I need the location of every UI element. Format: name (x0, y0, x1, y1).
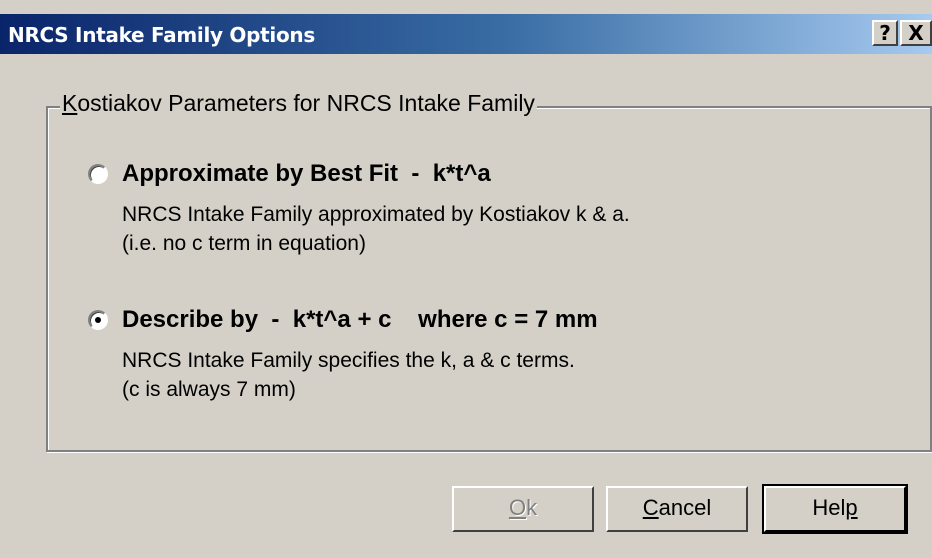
title-bar[interactable]: NRCS Intake Family Options ? X (0, 14, 932, 54)
option-best-fit-description: NRCS Intake Family approximated by Kosti… (122, 200, 630, 258)
help-button[interactable]: Help (762, 484, 908, 534)
groupbox-legend: Kostiakov Parameters for NRCS Intake Fam… (60, 90, 537, 117)
radio-selected-dot (95, 317, 101, 323)
option-describe-by-desc-line1: NRCS Intake Family specifies the k, a & … (122, 349, 575, 372)
cancel-label-rest: ancel (658, 495, 712, 520)
legend-text: ostiakov Parameters for NRCS Intake Fami… (77, 90, 535, 116)
help-mnemonic: p (845, 495, 858, 520)
option-describe-by-description: NRCS Intake Family specifies the k, a & … (122, 346, 575, 404)
window-title: NRCS Intake Family Options (8, 23, 315, 47)
ok-mnemonic: O (508, 495, 527, 520)
legend-mnemonic: K (62, 90, 78, 116)
close-icon[interactable]: X (900, 20, 932, 46)
ok-label-rest: k (526, 495, 538, 520)
radio-best-fit[interactable] (88, 164, 108, 184)
ok-button[interactable]: Ok (452, 486, 594, 532)
option-describe-by-label: Describe by - k*t^a + c where c = 7 mm (122, 306, 598, 333)
option-describe-by-desc-line2: (c is always 7 mm) (122, 378, 296, 401)
option-best-fit-desc-line1: NRCS Intake Family approximated by Kosti… (122, 203, 630, 226)
help-icon[interactable]: ? (872, 20, 898, 46)
option-best-fit-label: Approximate by Best Fit - k*t^a (122, 160, 491, 187)
radio-describe-by[interactable] (88, 310, 108, 330)
cancel-button[interactable]: Cancel (606, 486, 748, 532)
option-best-fit-desc-line2: (i.e. no c term in equation) (122, 232, 366, 255)
nrcs-intake-family-options-dialog: NRCS Intake Family Options ? X Kostiakov… (0, 0, 932, 558)
cancel-mnemonic: C (642, 495, 659, 520)
help-label-pre: Hel (812, 495, 846, 520)
